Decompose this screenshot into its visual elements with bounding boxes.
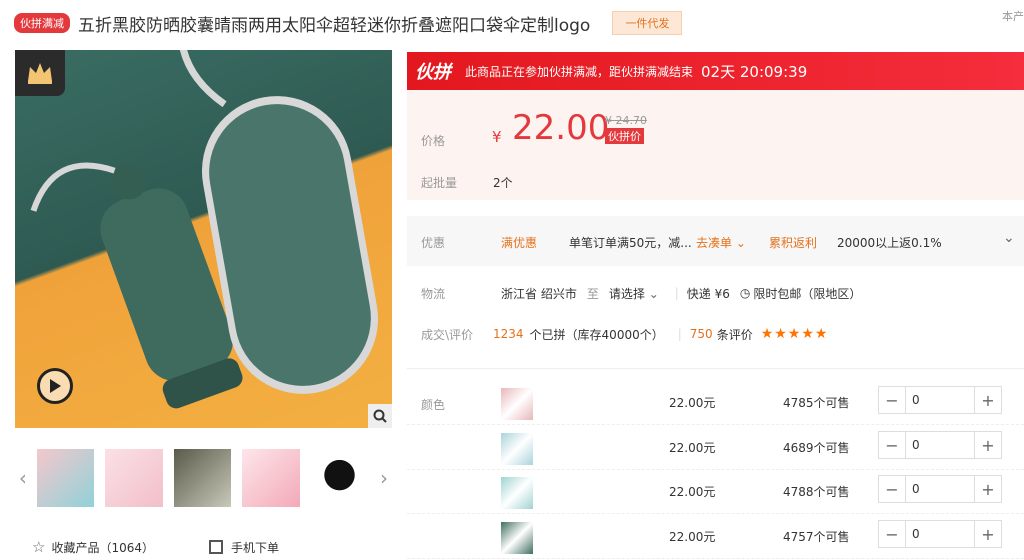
sku-price: 22.00元: [669, 441, 716, 455]
umbrella-illustration: [30, 50, 379, 409]
quantity-stepper: −0 +: [878, 475, 1002, 503]
search-icon[interactable]: [368, 404, 392, 428]
destination-select[interactable]: 请选择 ⌄: [609, 285, 659, 302]
minus-button[interactable]: −: [879, 432, 905, 458]
clock-icon: ◷: [739, 286, 751, 300]
ship-from: 浙江省 绍兴市: [501, 286, 577, 301]
promo-logo: 伙拼: [415, 62, 451, 83]
minus-button[interactable]: −: [879, 476, 905, 502]
coupon-box: 优惠 满优惠 单笔订单满50元，减... 去凑单 ⌄ 累积返利 20000以上返…: [407, 216, 1024, 266]
thumbnail-strip: ‹ ›: [15, 448, 392, 508]
rating-stars: ★★★★★: [760, 326, 829, 342]
thumbnail-4[interactable]: [242, 449, 300, 507]
mobile-order-label: 手机下单: [231, 540, 280, 555]
title-right-text: 本产: [1002, 10, 1024, 23]
quantity-input[interactable]: 0: [905, 432, 975, 458]
next-arrow-icon[interactable]: ›: [376, 466, 392, 490]
sku-thumbnail[interactable]: [501, 388, 533, 420]
deals-label: 成交\评价: [421, 327, 474, 342]
thumbnail-2[interactable]: [105, 449, 163, 507]
divider: [407, 368, 1024, 369]
logistics-row: 物流 浙江省 绍兴市 至 请选择 ⌄ | 快递 ¥6 ◷ 限时包邮（限地区）: [407, 282, 1024, 304]
sku-price: 22.00元: [669, 396, 716, 410]
quantity-input[interactable]: 0: [905, 521, 975, 547]
ship-to-word: 至: [586, 286, 599, 301]
quantity-stepper: −0 +: [878, 431, 1002, 459]
review-text: 条评价: [716, 327, 753, 342]
favorite-button[interactable]: ☆ 收藏产品（1064）: [32, 538, 154, 556]
sku-row: 22.00元 4785个可售 −0 +: [407, 380, 1024, 425]
sku-stock: 4689个可售: [783, 441, 850, 455]
plus-button[interactable]: +: [975, 476, 1001, 502]
star-outline-icon: ☆: [32, 538, 46, 556]
drop-ship-badge[interactable]: 一件代发: [612, 11, 683, 35]
minus-button[interactable]: −: [879, 521, 905, 547]
logistics-label: 物流: [421, 286, 446, 301]
sku-thumbnail[interactable]: [501, 477, 533, 509]
bottom-links: ☆ 收藏产品（1064） 手机下单: [32, 538, 334, 556]
main-product-image[interactable]: [15, 50, 392, 428]
price-currency: ¥: [492, 128, 502, 146]
promo-badge: 伙拼满减: [14, 13, 70, 33]
coupon-text: 单笔订单满50元，减...: [569, 236, 692, 250]
chevron-down-icon[interactable]: ⌄: [1003, 230, 1015, 246]
prev-arrow-icon[interactable]: ‹: [15, 466, 31, 490]
favorite-label: 收藏产品（1064）: [51, 540, 154, 555]
chevron-down-icon: ⌄: [648, 286, 659, 301]
deals-row: 成交\评价 1234 个已拼（库存40000个） | 750 条评价 ★★★★★: [407, 323, 1024, 345]
coupon-tag: 满优惠: [501, 236, 538, 250]
sku-row: 22.00元 4689个可售 −0 +: [407, 425, 1024, 470]
promo-text: 此商品正在参加伙拼满减，距伙拼满减结束: [465, 64, 694, 79]
separator: |: [677, 327, 682, 341]
quantity-stepper: −0 +: [878, 520, 1002, 548]
sku-stock: 4785个可售: [783, 396, 850, 410]
plus-button[interactable]: +: [975, 521, 1001, 547]
sku-price: 22.00元: [669, 530, 716, 544]
plus-button[interactable]: +: [975, 387, 1001, 413]
deal-count-text: 个已拼（库存40000个）: [529, 327, 664, 342]
title-row: 伙拼满减 五折黑胶防晒胶囊晴雨两用太阳伞超轻迷你折叠遮阳口袋伞定制logo 一件…: [14, 8, 1024, 38]
rebate-text: 20000以上返0.1%: [837, 236, 942, 250]
mobile-order-button[interactable]: 手机下单: [209, 539, 279, 556]
price-label: 价格: [421, 134, 446, 148]
plus-button[interactable]: +: [975, 432, 1001, 458]
sku-price: 22.00元: [669, 485, 716, 499]
express-fee: 快递 ¥6: [686, 286, 730, 301]
minus-button[interactable]: −: [879, 387, 905, 413]
promo-countdown: 02天 20:09:39: [701, 62, 808, 81]
coupon-label: 优惠: [421, 236, 446, 250]
old-price: ¥ 24.70: [605, 114, 647, 127]
crown-icon: [15, 50, 65, 96]
quantity-input[interactable]: 0: [905, 387, 975, 413]
promo-banner: 伙拼 此商品正在参加伙拼满减，距伙拼满减结束 02天 20:09:39: [407, 52, 1024, 90]
sku-row: 22.00元 4757个可售 −0 +: [407, 514, 1024, 559]
sku-row: 22.00元 4788个可售 −0 +: [407, 469, 1024, 514]
sku-stock: 4788个可售: [783, 485, 850, 499]
deal-count: 1234: [493, 327, 524, 341]
moq-label: 起批量: [421, 176, 458, 190]
sku-stock: 4757个可售: [783, 530, 850, 544]
thumbnail-1[interactable]: [36, 449, 95, 507]
sku-thumbnail[interactable]: [501, 522, 533, 554]
thumbnail-3[interactable]: [173, 449, 232, 507]
play-icon[interactable]: [37, 368, 73, 404]
rebate-tag: 累积返利: [769, 236, 818, 250]
group-price-tag: 伙拼价: [605, 128, 644, 144]
shipping-guarantee: 限时包邮（限地区）: [753, 286, 862, 301]
qr-code-icon: [209, 540, 223, 554]
price-value: 22.00: [512, 108, 610, 148]
quantity-input[interactable]: 0: [905, 476, 975, 502]
thumbnail-5[interactable]: [310, 449, 369, 507]
product-title: 五折黑胶防晒胶囊晴雨两用太阳伞超轻迷你折叠遮阳口袋伞定制logo: [78, 15, 591, 36]
price-box: 价格 ¥ 22.00 ¥ 24.70 伙拼价 起批量 2个: [407, 90, 1024, 200]
quantity-stepper: −0 +: [878, 386, 1002, 414]
sku-thumbnail[interactable]: [501, 433, 533, 465]
coupon-link[interactable]: 去凑单 ⌄: [696, 234, 746, 251]
review-count[interactable]: 750: [690, 327, 713, 341]
moq-value: 2个: [493, 176, 513, 190]
